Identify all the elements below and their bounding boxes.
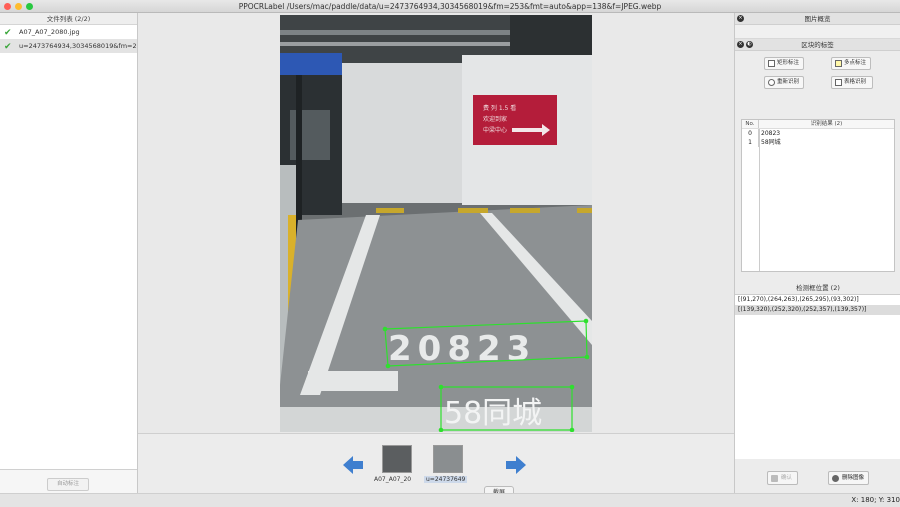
billboard-text: 欢迎到家 — [483, 115, 507, 123]
column-no-header: No. — [742, 120, 759, 128]
row-text[interactable]: 58同城 — [759, 138, 894, 147]
canvas-area: 费 列 1.5 看 欢迎到家 中梁中心 20823 58同城 A07_A07_2… — [138, 13, 734, 493]
reocr-button[interactable]: 重新识别 — [764, 76, 804, 89]
box-positions-header: 检测框位置 (2) — [796, 284, 840, 292]
box-vertex-handle[interactable] — [584, 354, 590, 360]
label-header: × ◐ 区块的标签 — [735, 39, 900, 51]
prev-image-icon[interactable] — [343, 456, 363, 474]
box-vertex-handle[interactable] — [385, 363, 391, 369]
checkmark-icon: ✔ — [4, 28, 12, 38]
billboard-text: 中梁中心 — [483, 126, 507, 134]
next-image-icon[interactable] — [506, 456, 526, 474]
thumbnail-image[interactable] — [433, 445, 463, 473]
recognition-results-table: No. 识别结果 (2) 0 20823 1 58同城 — [741, 119, 895, 272]
thumbnail-label: A07_A07_20 — [374, 476, 412, 483]
billboard-text: 费 列 1.5 看 — [483, 104, 516, 112]
delete-image-button[interactable]: 删除图像 — [828, 471, 869, 485]
column-text-header: 识别结果 (2) — [810, 121, 843, 127]
thumbnail-label: u=24737649 — [424, 476, 468, 483]
auto-annotate-button[interactable]: 自动标注 — [47, 478, 89, 491]
confirm-button[interactable]: 确认 — [767, 471, 798, 485]
photo-svg: 费 列 1.5 看 欢迎到家 中梁中心 20823 58同城 — [280, 15, 592, 432]
checkmark-icon: ✔ — [4, 42, 12, 52]
file-name: A07_A07_2080.jpg — [19, 28, 80, 36]
thumbnail-strip: A07_A07_20 u=24737649 — [138, 433, 734, 493]
box-positions-list: [(91,270),(264,263),(265,295),(93,302)] … — [735, 294, 900, 459]
dock-float-icon[interactable]: ◐ — [746, 41, 753, 48]
list-item[interactable]: [(139,320),(252,320),(252,357),(139,357)… — [735, 305, 900, 315]
refresh-icon — [768, 79, 775, 86]
button-label: 确认 — [781, 475, 793, 481]
rect-annotate-button[interactable]: 矩形标注 — [764, 57, 804, 70]
preview-area — [735, 25, 900, 39]
box-vertex-handle[interactable] — [583, 318, 589, 324]
results-header: No. 识别结果 (2) — [742, 120, 894, 129]
preview-header: × 图片概览 — [735, 13, 900, 25]
title-bar: PPOCRLabel /Users/mac/paddle/data/u=2473… — [0, 0, 900, 13]
delete-icon — [832, 475, 839, 482]
table-recognize-button[interactable]: 表格识别 — [831, 76, 873, 89]
image-canvas[interactable]: 费 列 1.5 看 欢迎到家 中梁中心 20823 58同城 — [138, 13, 734, 433]
file-name: u=2473764934,3034568019&fm=253 — [19, 42, 137, 50]
cursor-coordinates: X: 180; Y: 310 — [851, 496, 900, 504]
row-number: 1 — [742, 138, 759, 147]
parking-photo: 费 列 1.5 看 欢迎到家 中梁中心 20823 58同城 — [280, 15, 592, 432]
file-list-header: 文件列表 (2/2) — [0, 13, 137, 25]
label-header-label: 区块的标签 — [801, 41, 834, 49]
dock-close-icon[interactable]: × — [737, 41, 744, 48]
edit-icon — [771, 475, 778, 482]
rectangle-icon — [768, 60, 775, 67]
poly-annotate-button[interactable]: 多点标注 — [831, 57, 871, 70]
button-label: 删除图像 — [842, 475, 865, 481]
table-row[interactable]: 1 58同城 — [742, 138, 894, 147]
row-text[interactable]: 20823 — [759, 129, 894, 138]
row-number: 0 — [742, 129, 759, 138]
table-icon — [835, 79, 842, 86]
status-bar: X: 180; Y: 310 — [0, 493, 900, 507]
list-item[interactable]: [(91,270),(264,263),(265,295),(93,302)] — [735, 295, 900, 305]
box-vertex-handle[interactable] — [569, 384, 575, 390]
button-label: 表格识别 — [844, 79, 867, 85]
button-label: 多点标注 — [844, 60, 867, 66]
box-vertex-handle[interactable] — [382, 326, 388, 332]
right-panel: × 图片概览 × ◐ 区块的标签 矩形标注 多点标注 重新识别 表格识别 No.… — [734, 13, 900, 493]
file-list-panel: 文件列表 (2/2) ✔ A07_A07_2080.jpg ✔ u=24737649… — [0, 13, 138, 493]
box-vertex-handle[interactable] — [438, 384, 444, 390]
preview-header-label: 图片概览 — [804, 15, 831, 23]
floor-logo-text: 58同城 — [444, 396, 542, 431]
table-row[interactable]: 0 20823 — [742, 129, 894, 138]
file-item[interactable]: ✔ u=2473764934,3034568019&fm=253 — [0, 39, 137, 53]
file-list: ✔ A07_A07_2080.jpg ✔ u=2473764934,30345680… — [0, 25, 137, 470]
thumbnail-image[interactable] — [382, 445, 412, 473]
app-window: PPOCRLabel /Users/mac/paddle/data/u=2473… — [0, 0, 900, 507]
button-label: 矩形标注 — [777, 60, 800, 66]
polygon-icon — [835, 60, 842, 67]
window-title: PPOCRLabel /Users/mac/paddle/data/u=2473… — [238, 2, 662, 11]
dock-close-icon[interactable]: × — [737, 15, 744, 22]
file-item[interactable]: ✔ A07_A07_2080.jpg — [0, 25, 137, 39]
button-label: 重新识别 — [777, 79, 800, 85]
